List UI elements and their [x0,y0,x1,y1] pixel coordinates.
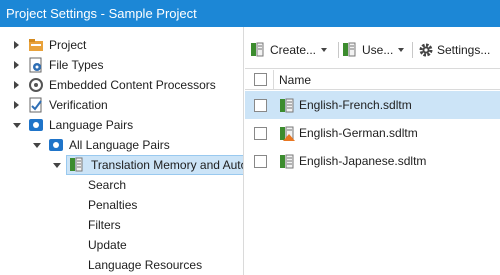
expand-arrow-icon[interactable] [12,95,22,115]
chevron-down-icon [398,48,405,52]
tree-item-label: Penalties [88,198,138,212]
expand-arrow-icon[interactable] [12,35,22,55]
tree-item-penalties[interactable]: Penalties [88,195,137,215]
tree-item-update[interactable]: Update [88,235,127,255]
table-row[interactable]: English-French.sdltm [245,91,500,119]
settings-label: Settings... [437,43,491,57]
embedded-content-icon [28,77,44,93]
gear-icon [418,42,434,58]
verification-icon [28,97,44,113]
table-row[interactable]: English-Japanese.sdltm [245,147,500,175]
row-checkbox[interactable] [254,99,267,112]
tree-item-language-pairs[interactable]: Language Pairs [12,115,133,135]
expand-arrow-icon[interactable] [12,55,22,75]
row-checkbox[interactable] [254,127,267,140]
chevron-down-icon [321,48,328,52]
tm-name: English-Japanese.sdltm [299,154,427,168]
expand-arrow-icon[interactable] [12,75,22,95]
tree-item-label: Verification [49,98,108,112]
tm-name: English-German.sdltm [299,126,418,140]
tm-file-icon [280,98,296,113]
language-pairs-icon [28,117,44,133]
selected-node[interactable]: Translation Memory and Auto [66,155,244,175]
project-icon [28,37,44,53]
tree-item-verification[interactable]: Verification [12,95,108,115]
collapse-arrow-icon[interactable] [32,135,42,155]
table-row[interactable]: English-German.sdltm [245,119,500,147]
tree-item-label: Update [88,238,127,252]
toolbar: Create... Use... Settings... [245,27,500,69]
toolbar-separator [412,42,413,58]
language-pair-icon [48,137,64,153]
settings-button[interactable]: Settings... [418,40,490,60]
tree-item-label: Search [88,178,127,192]
tree-item-translation-memory[interactable]: Translation Memory and Auto [52,155,244,175]
tree-item-label: Filters [88,218,121,232]
select-all-checkbox[interactable] [254,73,267,86]
create-button[interactable]: Create... [251,40,328,60]
toolbar-separator [338,42,339,58]
file-types-icon [28,57,44,73]
collapse-arrow-icon[interactable] [12,115,22,135]
create-tm-icon [251,42,267,58]
use-tm-icon [343,42,359,58]
create-label: Create... [270,43,317,57]
use-button[interactable]: Use... [343,40,405,60]
tree-item-all-language-pairs[interactable]: All Language Pairs [32,135,170,155]
tree-item-label: Embedded Content Processors [49,78,216,92]
tree-item-label: Project [49,38,87,52]
row-checkbox[interactable] [254,155,267,168]
window-title: Project Settings - Sample Project [0,0,500,27]
tree-item-label: Language Resources [88,258,203,272]
grid-header: Name [245,70,500,90]
tree-item-label: Language Pairs [49,118,134,132]
tm-file-icon [280,154,296,169]
collapse-arrow-icon[interactable] [52,155,62,175]
tree-item-file-types[interactable]: File Types [12,55,103,75]
tree-item-filters[interactable]: Filters [88,215,121,235]
tm-file-warning-icon [280,126,296,141]
tree-item-label: All Language Pairs [69,138,170,152]
tree-item-label: File Types [49,58,104,72]
tree-item-language-resources[interactable]: Language Resources [88,255,202,275]
tree-item-project[interactable]: Project [12,35,86,55]
name-column-header[interactable]: Name [279,73,311,87]
use-label: Use... [362,43,394,57]
tm-grid: Name English-French.sdltm English-German… [245,70,500,275]
tree-item-search[interactable]: Search [88,175,126,195]
tree-item-label: Translation Memory and Auto [91,158,244,172]
tm-name: English-French.sdltm [299,98,412,112]
tree-item-embedded-content-processors[interactable]: Embedded Content Processors [12,75,216,95]
column-divider [273,70,274,90]
translation-memory-icon [70,157,86,173]
settings-tree[interactable]: Project File Types Embedded Content Proc… [0,27,244,275]
